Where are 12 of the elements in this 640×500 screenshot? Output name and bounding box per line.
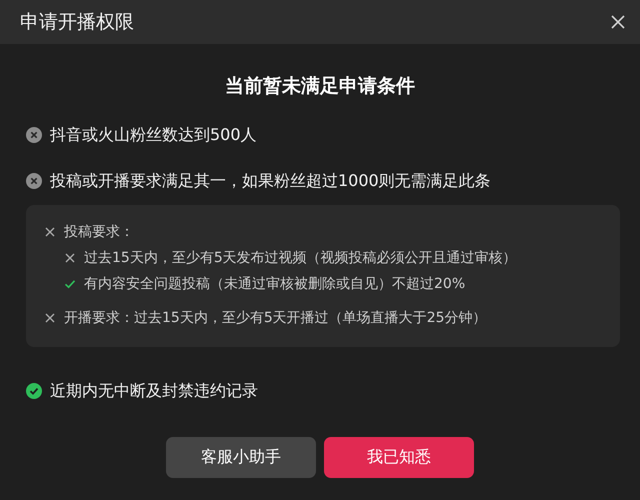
support-button[interactable]: 客服小助手 bbox=[166, 436, 316, 478]
requirement-text: 有内容安全问题投稿（未通过审核被删除或自见）不超过20% bbox=[84, 274, 466, 294]
requirement-text: 过去15天内，至少有5天发布过视频（视频投稿必须公开且通过审核） bbox=[84, 248, 517, 268]
close-icon[interactable] bbox=[610, 14, 626, 30]
condition-text: 投稿或开播要求满足其一，如果粉丝超过1000则无需满足此条 bbox=[50, 170, 491, 192]
requirement-text: 投稿要求： bbox=[64, 222, 134, 242]
condition-text: 近期内无中断及封禁违约记录 bbox=[50, 380, 258, 402]
requirement-text: 开播要求：过去15天内，至少有5天开播过（单场直播大于25分钟） bbox=[64, 308, 487, 328]
dialog-heading: 当前暂未满足申请条件 bbox=[224, 74, 416, 99]
acknowledge-button[interactable]: 我已知悉 bbox=[324, 436, 474, 478]
window-title: 申请开播权限 bbox=[20, 10, 134, 35]
condition-text: 抖音或火山粉丝数达到500人 bbox=[50, 124, 257, 146]
